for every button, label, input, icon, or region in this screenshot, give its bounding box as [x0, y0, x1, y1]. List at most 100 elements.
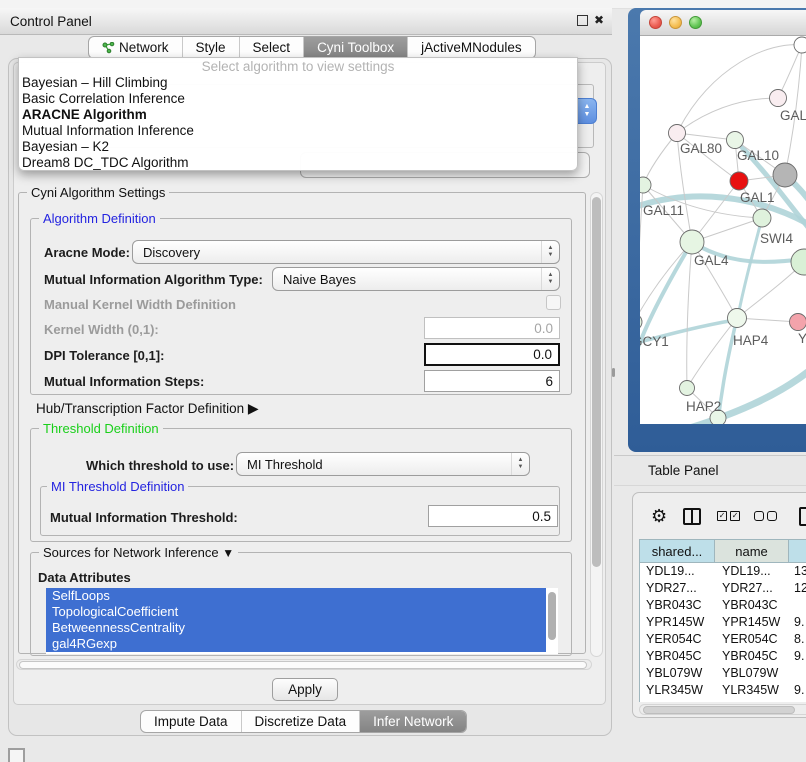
table-cell: 13: [790, 563, 806, 580]
window-minimize-button[interactable]: [669, 16, 682, 29]
table-row[interactable]: YBR045CYBR045C9.: [640, 648, 806, 665]
table-cell: YBL079W: [640, 665, 716, 682]
table-row[interactable]: YDL19...YDL19...13: [640, 563, 806, 580]
window-close-button[interactable]: [649, 16, 662, 29]
tab-infer-network[interactable]: Infer Network: [360, 711, 466, 732]
screen: Control Panel ✖ NetworkStyleSelectCyni T…: [0, 0, 806, 762]
network-edge[interactable]: [677, 98, 778, 133]
tab-select[interactable]: Select: [240, 37, 305, 58]
algorithm-popup: Select algorithm to view settings Bayesi…: [18, 57, 578, 171]
hub-definition-expander[interactable]: Hub/Transcription Factor Definition ▶: [36, 400, 259, 417]
window-zoom-button[interactable]: [689, 16, 702, 29]
network-tab-icon: [102, 42, 115, 54]
settings-vertical-scrollbar-thumb[interactable]: [592, 197, 601, 567]
mi-threshold-field[interactable]: [428, 505, 558, 527]
attribute-item[interactable]: SelfLoops: [46, 588, 546, 604]
tab-cyni-toolbox[interactable]: Cyni Toolbox: [304, 37, 408, 58]
network-graph[interactable]: GALGAL80GAL10GAL1GAL11SWI4GAL4GCY1HAP4YH…: [640, 36, 806, 424]
cyni-algorithm-settings-title: Cyni Algorithm Settings: [27, 185, 169, 200]
node-top[interactable]: [794, 37, 806, 53]
tab-style[interactable]: Style: [183, 37, 240, 58]
mi-steps-field[interactable]: [424, 370, 560, 392]
select-all-columns-icon[interactable]: ✓✓: [717, 511, 740, 521]
popup-item[interactable]: Basic Correlation Inference: [19, 91, 577, 107]
splitter-handle[interactable]: [612, 368, 615, 377]
node-hap2[interactable]: [680, 381, 695, 396]
node-red[interactable]: [730, 172, 748, 190]
columns-icon[interactable]: [683, 508, 701, 525]
table-cell: 9.: [790, 648, 806, 665]
node-gal10[interactable]: [727, 132, 744, 149]
column-header-1[interactable]: shared...: [639, 539, 715, 563]
table-row[interactable]: YPR145WYPR145W9.: [640, 614, 806, 631]
mi-steps-label: Mutual Information Steps:: [44, 374, 204, 389]
column-header-2[interactable]: name: [715, 539, 789, 563]
manual-kernel-label: Manual Kernel Width Definition: [44, 297, 236, 312]
tab-impute-data[interactable]: Impute Data: [141, 711, 242, 732]
mi-type-combo[interactable]: Naive Bayes ▲▼: [272, 267, 560, 291]
which-threshold-combo[interactable]: MI Threshold ▲▼: [236, 452, 530, 476]
apply-button[interactable]: Apply: [272, 678, 338, 701]
aracne-mode-combo[interactable]: Discovery ▲▼: [132, 240, 560, 264]
attribute-item[interactable]: gal4RGexp: [46, 636, 546, 652]
node-label: GAL4: [694, 253, 729, 268]
table-cell: YPR145W: [640, 614, 716, 631]
settings-horizontal-scrollbar[interactable]: [16, 659, 592, 670]
node-gal80[interactable]: [669, 125, 686, 142]
combo-spinner-fragment[interactable]: ▲▼: [577, 98, 597, 124]
table-horizontal-scrollbar-thumb[interactable]: [643, 706, 795, 714]
table-panel-header: Table Panel: [614, 455, 806, 486]
node-swi4[interactable]: [791, 249, 806, 275]
gear-icon[interactable]: ⚙: [651, 507, 667, 525]
node-hap4[interactable]: [728, 309, 747, 328]
node-gray[interactable]: [773, 163, 797, 187]
network-edge[interactable]: [643, 133, 677, 185]
node-rose[interactable]: [790, 314, 806, 331]
table-row[interactable]: YBL079WYBL079W: [640, 665, 806, 682]
node-gal11[interactable]: [640, 177, 651, 193]
hub-definition-label: Hub/Transcription Factor Definition: [36, 401, 244, 416]
popup-item[interactable]: Dream8 DC_TDC Algorithm: [19, 155, 577, 171]
table-row[interactable]: YLR345WYLR345W9.: [640, 682, 806, 699]
deselect-all-columns-icon[interactable]: [754, 511, 777, 521]
float-icon[interactable]: [577, 15, 588, 26]
collapsed-panel-icon[interactable]: [8, 748, 25, 762]
table-horizontal-scrollbar[interactable]: [639, 704, 806, 715]
dpi-tolerance-label: DPI Tolerance [0,1]:: [44, 348, 164, 363]
node-label: GAL1: [740, 190, 775, 205]
tab-network[interactable]: Network: [89, 37, 183, 58]
table-icon[interactable]: [799, 507, 806, 526]
node-gal-top[interactable]: [770, 90, 787, 107]
popup-item[interactable]: ARACNE Algorithm: [19, 107, 577, 123]
node-gal1[interactable]: [753, 209, 771, 227]
column-header-3[interactable]: A: [789, 539, 806, 563]
tab-discretize-data[interactable]: Discretize Data: [242, 711, 361, 732]
table-cell: YBR043C: [640, 597, 716, 614]
kernel-width-field[interactable]: [424, 317, 560, 339]
mi-type-label: Mutual Information Algorithm Type:: [44, 272, 263, 287]
settings-horizontal-scrollbar-thumb[interactable]: [19, 661, 587, 669]
network-window-titlebar[interactable]: [640, 10, 806, 36]
popup-item[interactable]: Mutual Information Inference: [19, 123, 577, 139]
popup-item[interactable]: Bayesian – Hill Climbing: [19, 75, 577, 91]
tab-jactivemnodules[interactable]: jActiveMNodules: [408, 37, 535, 58]
table-row[interactable]: YER054CYER054C8.: [640, 631, 806, 648]
list-scrollbar-thumb[interactable]: [548, 592, 556, 640]
table-row[interactable]: YBR043CYBR043C: [640, 597, 806, 614]
network-view[interactable]: GALGAL80GAL10GAL1GAL11SWI4GAL4GCY1HAP4YH…: [640, 36, 806, 424]
dpi-tolerance-field[interactable]: [424, 343, 560, 366]
manual-kernel-checkbox[interactable]: [546, 295, 561, 310]
attribute-item[interactable]: BetweennessCentrality: [46, 620, 546, 636]
popup-item[interactable]: Bayesian – K2: [19, 139, 577, 155]
close-icon[interactable]: ✖: [594, 14, 604, 26]
settings-vertical-scrollbar[interactable]: [590, 192, 603, 657]
network-edge[interactable]: [680, 366, 806, 424]
table-row[interactable]: YIL052CYIL052C9: [640, 699, 806, 702]
node-gal4[interactable]: [680, 230, 704, 254]
network-edge[interactable]: [687, 242, 692, 388]
attribute-item[interactable]: TopologicalCoefficient: [46, 604, 546, 620]
node-gcy1[interactable]: [640, 314, 642, 330]
data-attributes-list[interactable]: SelfLoopsTopologicalCoefficientBetweenne…: [46, 588, 558, 654]
table-row[interactable]: YDR27...YDR27...12: [640, 580, 806, 597]
expanded-arrow-icon[interactable]: ▼: [222, 546, 234, 560]
